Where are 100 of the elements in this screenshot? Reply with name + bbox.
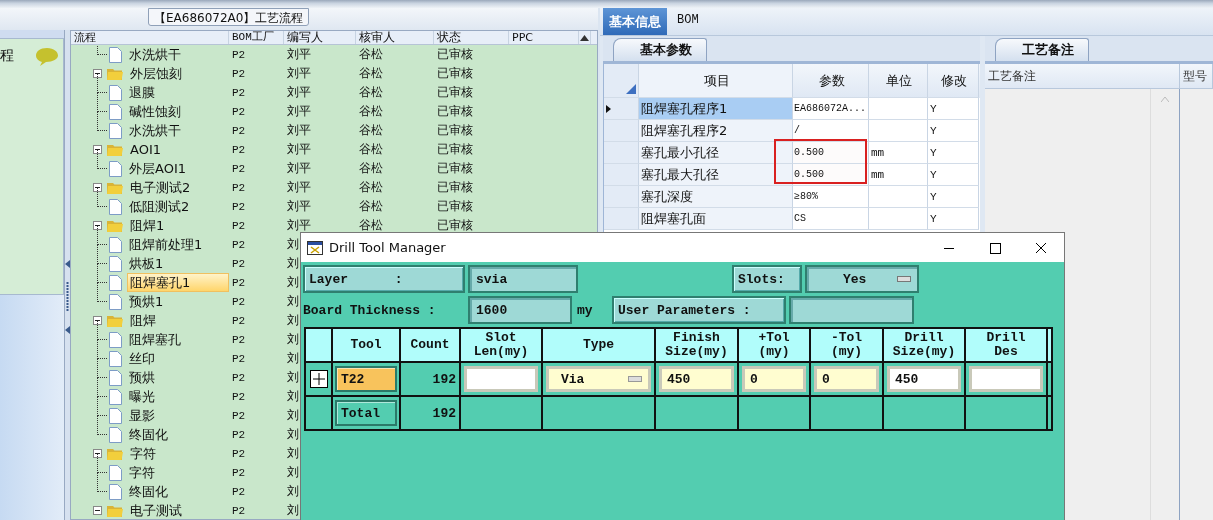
scroll-up-icon[interactable]: [580, 34, 589, 41]
column-header[interactable]: 单位: [869, 64, 928, 98]
collapse-icon[interactable]: [93, 145, 102, 154]
table-cell: P2: [232, 390, 246, 403]
column-header[interactable]: 参数: [793, 64, 869, 98]
column-header[interactable]: 核审人: [356, 31, 434, 44]
step-name[interactable]: 电子测试: [128, 502, 184, 519]
step-name[interactable]: 水洗烘干: [127, 46, 183, 63]
input-field[interactable]: 450: [887, 366, 961, 392]
collapse-icon[interactable]: [93, 449, 102, 458]
column-header[interactable]: 状态: [434, 31, 509, 44]
column-header: Drill Size(my): [883, 328, 965, 362]
input-field[interactable]: [464, 366, 538, 392]
step-name[interactable]: 字符: [128, 445, 158, 462]
table-cell: P2: [232, 219, 246, 232]
step-name[interactable]: 终固化: [127, 483, 170, 500]
step-name[interactable]: 碱性蚀刻: [127, 103, 183, 120]
input-field[interactable]: [969, 366, 1043, 392]
app-icon: [307, 240, 323, 255]
collapse-icon[interactable]: [93, 69, 102, 78]
table-cell: 192: [432, 405, 456, 421]
step-name[interactable]: 显影: [127, 407, 157, 424]
unit-label: my: [576, 302, 594, 318]
step-name[interactable]: 阻焊前处理1: [127, 236, 205, 253]
scrollbar[interactable]: [1150, 89, 1180, 520]
folder-icon: [107, 181, 123, 194]
expand-icon[interactable]: [309, 370, 328, 388]
layer-field[interactable]: svia: [468, 265, 578, 293]
step-name[interactable]: 预烘1: [127, 293, 166, 310]
user-parameters-field[interactable]: [789, 296, 914, 324]
table-cell: 谷松: [359, 46, 383, 63]
table-cell: EA686072A...: [793, 98, 869, 120]
column-header[interactable]: 编写人: [284, 31, 356, 44]
file-icon: [109, 236, 122, 253]
table-cell: 刘: [287, 293, 299, 310]
slots-label: Slots:: [732, 265, 802, 293]
table-cell: 刘平: [287, 122, 311, 139]
input-field[interactable]: 0: [742, 366, 806, 392]
layer-label: Layer :: [303, 265, 465, 293]
total-button[interactable]: Total: [335, 400, 397, 426]
slots-dropdown[interactable]: Yes: [805, 265, 919, 293]
column-header: Tool: [332, 328, 400, 362]
step-name[interactable]: 丝印: [127, 350, 157, 367]
column-header[interactable]: 流程: [71, 31, 229, 44]
file-icon: [109, 84, 122, 101]
column-header[interactable]: PPC: [509, 31, 579, 44]
table-cell: 刘: [287, 274, 299, 291]
step-name[interactable]: 阻焊1: [128, 217, 167, 234]
step-name[interactable]: 阻焊: [128, 312, 158, 329]
step-name[interactable]: 电子测试2: [128, 179, 193, 196]
table-cell: 已审核: [437, 141, 473, 158]
step-name[interactable]: 低阻测试2: [127, 198, 192, 215]
step-name[interactable]: 曝光: [127, 388, 157, 405]
table-cell: Y: [928, 142, 979, 164]
table-cell: 0.500: [793, 142, 869, 164]
step-name[interactable]: 退膜: [127, 84, 157, 101]
input-field[interactable]: 450: [659, 366, 734, 392]
file-icon: [109, 464, 122, 481]
tab[interactable]: BOM: [671, 8, 705, 35]
collapse-icon[interactable]: [93, 506, 102, 515]
table-cell: 塞孔最大孔径: [639, 164, 793, 186]
column-header[interactable]: 修改: [928, 64, 979, 98]
board-thickness-field[interactable]: 1600: [468, 296, 572, 324]
table-cell: 谷松: [359, 84, 383, 101]
tab[interactable]: 基本参数: [613, 38, 707, 61]
file-icon: [109, 388, 122, 405]
collapse-icon[interactable]: [93, 221, 102, 230]
table-cell: 已审核: [437, 65, 473, 82]
table-cell: Y: [928, 164, 979, 186]
step-name[interactable]: 外层蚀刻: [128, 65, 184, 82]
step-name[interactable]: 外层AOI1: [127, 160, 188, 177]
table-cell: 刘平: [287, 84, 311, 101]
collapse-icon[interactable]: [93, 316, 102, 325]
step-name[interactable]: 烘板1: [127, 255, 166, 272]
splitter-handle[interactable]: [64, 30, 70, 520]
empty-cell: [869, 120, 928, 142]
collapse-icon[interactable]: [93, 183, 102, 192]
column-header[interactable]: 工艺备注: [985, 64, 1180, 88]
file-icon: [109, 274, 122, 291]
tab[interactable]: 工艺备注: [995, 38, 1089, 61]
corner-icon: [626, 84, 636, 94]
tab[interactable]: 基本信息: [603, 8, 667, 35]
step-name[interactable]: 字符: [127, 464, 157, 481]
file-icon: [109, 483, 122, 500]
input-field[interactable]: 0: [814, 366, 879, 392]
tool-button[interactable]: T22: [335, 366, 397, 392]
row-header[interactable]: [604, 98, 639, 120]
step-name[interactable]: 预烘: [127, 369, 157, 386]
table-cell: 刘: [287, 236, 299, 253]
step-name[interactable]: 终固化: [127, 426, 170, 443]
panel-title: 【EA686072A0】工艺流程: [148, 8, 310, 26]
user-parameters-button[interactable]: User Parameters :: [612, 296, 786, 324]
type-dropdown[interactable]: Via: [546, 366, 651, 392]
step-name[interactable]: 水洗烘干: [127, 122, 183, 139]
column-header[interactable]: 型号: [1180, 64, 1213, 88]
column-header[interactable]: BOM工厂: [229, 31, 284, 44]
step-name[interactable]: AOI1: [128, 141, 163, 158]
step-name[interactable]: 阻焊塞孔1: [127, 273, 229, 292]
step-name[interactable]: 阻焊塞孔: [127, 331, 183, 348]
column-header[interactable]: 项目: [639, 64, 793, 98]
